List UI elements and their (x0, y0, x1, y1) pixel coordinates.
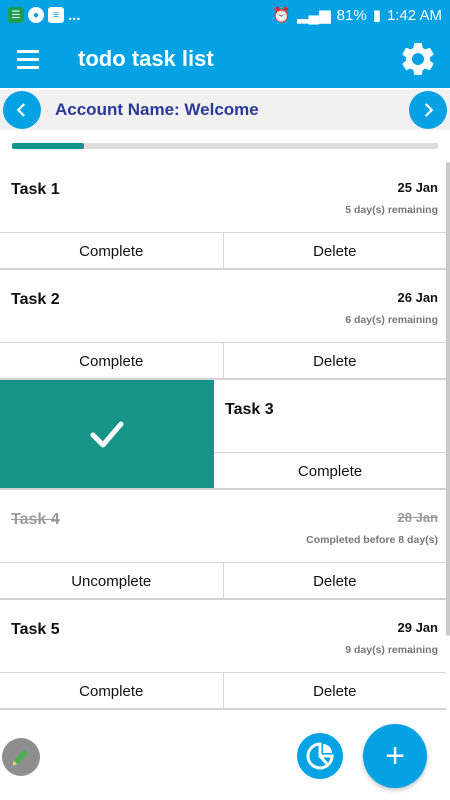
progress-fill (12, 143, 85, 149)
uncomplete-button[interactable]: Uncomplete (0, 563, 223, 598)
pie-chart-icon (306, 742, 334, 770)
previous-account-button[interactable] (3, 91, 41, 129)
complete-button[interactable]: Complete (214, 453, 446, 488)
complete-button[interactable]: Complete (0, 233, 223, 268)
app-title: todo task list (78, 46, 214, 71)
battery-percent: 81% (336, 6, 367, 24)
chevron-left-icon (16, 103, 26, 117)
account-bar: Account Name: Welcome (0, 90, 450, 130)
task-list: Task 1 25 Jan 5 day(s) remaining Complet… (0, 160, 446, 715)
next-account-button[interactable] (409, 91, 447, 129)
task-title: Task 5 (11, 621, 60, 638)
more-notifications: ... (68, 6, 81, 24)
scrollbar[interactable] (446, 162, 450, 636)
account-name-label: Account Name: Welcome (55, 100, 259, 119)
chat-notification-icon: ≡ (48, 7, 64, 23)
progress-bar (12, 143, 438, 149)
task-title: Task 2 (11, 291, 60, 308)
alarm-icon: ⏰ (272, 7, 291, 24)
task-row-swiped[interactable]: Task 3 Complete (0, 380, 446, 490)
task-card[interactable]: Task 3 Complete (214, 380, 446, 488)
task-due-date: 28 Jan (397, 510, 438, 525)
chevron-right-icon (424, 103, 434, 117)
swipe-complete-background (0, 380, 214, 488)
sheets-notification-icon: ☰ (8, 7, 24, 23)
task-remaining: 5 day(s) remaining (345, 204, 438, 216)
statistics-button[interactable] (297, 733, 343, 779)
task-row[interactable]: Task 4 28 Jan Completed before 8 day(s) … (0, 490, 446, 600)
task-title: Task 1 (11, 181, 60, 198)
edit-button[interactable] (2, 738, 40, 776)
task-remaining: Completed before 8 day(s) (306, 534, 438, 546)
gear-icon[interactable] (398, 39, 438, 79)
delete-button[interactable]: Delete (222, 343, 447, 378)
plus-icon: + (385, 737, 405, 775)
complete-button[interactable]: Complete (0, 343, 223, 378)
battery-icon: ▮ (372, 7, 381, 24)
add-task-button[interactable]: + (363, 724, 427, 788)
task-due-date: 26 Jan (397, 290, 438, 305)
task-due-date: 29 Jan (397, 620, 438, 635)
delete-button[interactable]: Delete (222, 563, 447, 598)
pencil-icon (12, 749, 29, 766)
clock: 1:42 AM (386, 6, 442, 24)
checkmark-icon (90, 421, 124, 448)
app-bar: todo task list (0, 30, 450, 88)
delete-button[interactable]: Delete (222, 233, 447, 268)
complete-button[interactable]: Complete (0, 673, 223, 708)
task-row[interactable]: Task 1 25 Jan 5 day(s) remaining Complet… (0, 160, 446, 270)
task-row[interactable]: Task 2 26 Jan 6 day(s) remaining Complet… (0, 270, 446, 380)
task-remaining: 9 day(s) remaining (345, 644, 438, 656)
task-title: Task 3 (225, 401, 274, 418)
task-title: Task 4 (11, 511, 60, 528)
signal-icon: ▂▄▆ (296, 7, 331, 24)
delete-button[interactable]: Delete (222, 673, 447, 708)
hamburger-menu-icon[interactable] (0, 30, 56, 88)
task-due-date: 25 Jan (397, 180, 438, 195)
task-remaining: 6 day(s) remaining (345, 314, 438, 326)
message-notification-icon: ● (28, 7, 44, 23)
task-row[interactable]: Task 5 29 Jan 9 day(s) remaining Complet… (0, 600, 446, 710)
status-bar: ☰ ● ≡ ... ⏰ ▂▄▆ 81% ▮ 1:42 AM (0, 0, 450, 30)
